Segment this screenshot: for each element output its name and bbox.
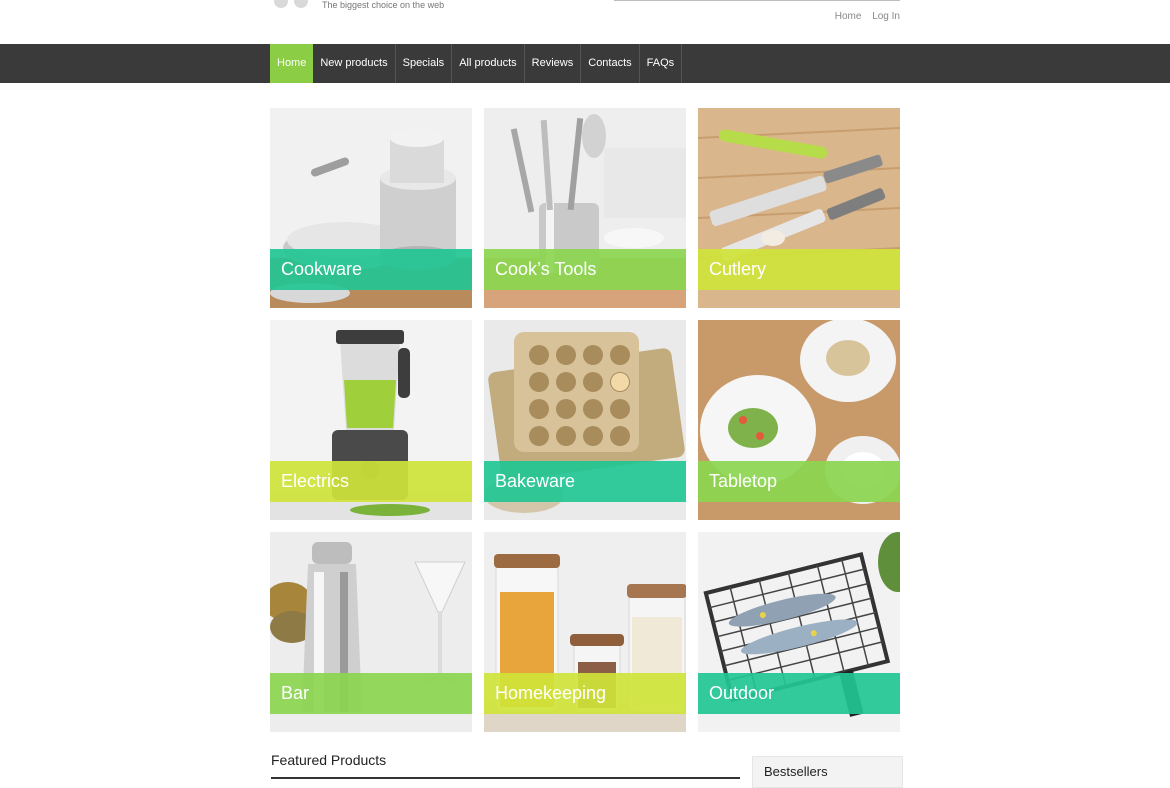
nav-item-all-products[interactable]: All products [452, 44, 525, 83]
tile-label: Electrics [281, 471, 350, 491]
category-tile-homekeeping[interactable]: Homekeeping [484, 532, 686, 732]
top-link-login[interactable]: Log In [872, 11, 900, 22]
main-nav: Home New products Specials All products … [0, 44, 1170, 83]
category-tile-outdoor[interactable]: Outdoor [698, 532, 900, 732]
tile-label: Bakeware [495, 471, 576, 491]
top-link-home[interactable]: Home [835, 11, 862, 22]
category-tile-tabletop[interactable]: Tabletop [698, 320, 900, 520]
category-grid: Cookware Cook’s Tools Cutlery Electrics … [270, 108, 902, 732]
tile-label: Cookware [281, 259, 363, 279]
site-header: The biggest choice on the web Home Log I… [0, 0, 1170, 44]
nav-item-new-products[interactable]: New products [313, 44, 396, 83]
tile-label: Outdoor [709, 683, 775, 703]
category-tile-cookware[interactable]: Cookware [270, 108, 472, 308]
tagline: The biggest choice on the web [322, 0, 445, 10]
category-tile-cutlery[interactable]: Cutlery [698, 108, 900, 308]
top-links: Home Log In [827, 11, 900, 22]
search-field-border[interactable] [614, 0, 900, 1]
nav-item-reviews[interactable]: Reviews [525, 44, 582, 83]
nav-item-contacts[interactable]: Contacts [581, 44, 640, 83]
nav-item-home[interactable]: Home [270, 44, 314, 83]
tile-label: Cook’s Tools [495, 259, 597, 279]
tile-label: Tabletop [709, 471, 778, 491]
tile-label: Cutlery [709, 259, 767, 279]
tile-label: Bar [281, 683, 310, 703]
category-tile-cooks-tools[interactable]: Cook’s Tools [484, 108, 686, 308]
nav-item-specials[interactable]: Specials [396, 44, 453, 83]
logo[interactable] [274, 0, 314, 13]
category-tile-bakeware[interactable]: Bakeware [484, 320, 686, 520]
nav-item-faqs[interactable]: FAQs [640, 44, 683, 83]
featured-divider [271, 777, 740, 779]
featured-products-title: Featured Products [271, 752, 387, 768]
bestsellers-title: Bestsellers [764, 764, 828, 779]
tile-label: Homekeeping [495, 683, 607, 703]
category-tile-bar[interactable]: Bar [270, 532, 472, 732]
category-tile-electrics[interactable]: Electrics [270, 320, 472, 520]
